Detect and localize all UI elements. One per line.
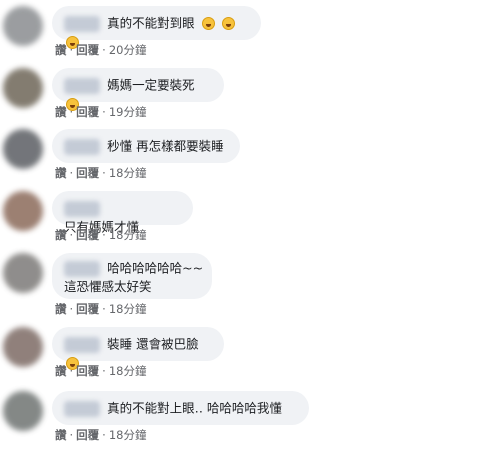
commenter-name[interactable] [64, 336, 100, 353]
comment-item: 裝睡 還會被巴臉 讚 · 回覆 · 18分鐘 [0, 327, 490, 389]
commenter-name[interactable] [64, 260, 100, 277]
comment-actions: 讚 · 回覆 · 19分鐘 [55, 105, 147, 119]
timestamp[interactable]: 18分鐘 [109, 228, 147, 242]
comment-actions: 讚 · 回覆 · 20分鐘 [55, 43, 147, 57]
avatar[interactable] [3, 391, 43, 431]
comment-text-line2: 這恐懼感太好笑 [64, 279, 152, 294]
commenter-name[interactable] [64, 400, 100, 417]
like-button[interactable]: 讚 [55, 364, 67, 378]
reply-button[interactable]: 回覆 [76, 228, 99, 242]
comment-actions: 讚 · 回覆 · 18分鐘 [55, 302, 147, 316]
reply-button[interactable]: 回覆 [76, 105, 99, 119]
comment-actions: 讚 · 回覆 · 18分鐘 [55, 364, 147, 378]
comment-text: 裝睡 還會被巴臉 [107, 336, 199, 352]
timestamp[interactable]: 18分鐘 [109, 166, 147, 180]
avatar[interactable] [3, 6, 43, 46]
comment-actions: 讚 · 回覆 · 18分鐘 [55, 428, 147, 442]
commenter-name[interactable] [64, 15, 100, 32]
comment-item: 哈哈哈哈哈哈~~ 這恐懼感太好笑 讚 · 回覆 · 18分鐘 [0, 253, 490, 325]
reply-button[interactable]: 回覆 [76, 43, 99, 57]
timestamp[interactable]: 18分鐘 [109, 428, 147, 442]
comment-item: 媽媽一定要裝死 讚 · 回覆 · 19分鐘 [0, 68, 490, 130]
commenter-name[interactable] [64, 200, 100, 217]
like-button[interactable]: 讚 [55, 228, 67, 242]
comment-bubble: 裝睡 還會被巴臉 [52, 327, 224, 370]
avatar[interactable] [3, 327, 43, 367]
comment-bubble: 媽媽一定要裝死 [52, 68, 224, 111]
comment-actions: 讚 · 回覆 · 18分鐘 [55, 228, 147, 242]
comment-text: 媽媽一定要裝死 [107, 77, 195, 93]
comment-bubble: 哈哈哈哈哈哈~~ 這恐懼感太好笑 [52, 253, 212, 299]
rofl-emoji-icon [221, 17, 235, 30]
avatar[interactable] [3, 129, 43, 169]
like-button[interactable]: 讚 [55, 105, 67, 119]
comment-bubble: 真的不能對到眼 [52, 6, 261, 49]
reply-button[interactable]: 回覆 [76, 166, 99, 180]
comment-bubble: 只有媽媽才懂 [52, 191, 193, 235]
comment-text: 真的不能對到眼 [107, 15, 195, 31]
like-button[interactable]: 讚 [55, 166, 67, 180]
reply-button[interactable]: 回覆 [76, 302, 99, 316]
like-button[interactable]: 讚 [55, 43, 67, 57]
commenter-name[interactable] [64, 138, 100, 155]
timestamp[interactable]: 18分鐘 [109, 364, 147, 378]
comment-text: 哈哈哈哈哈哈~~ [107, 260, 204, 276]
timestamp[interactable]: 19分鐘 [109, 105, 147, 119]
timestamp[interactable]: 20分鐘 [109, 43, 147, 57]
avatar[interactable] [3, 68, 43, 108]
reply-button[interactable]: 回覆 [76, 364, 99, 378]
like-button[interactable]: 讚 [55, 302, 67, 316]
comment-bubble: 真的不能對上眼‥ 哈哈哈哈我懂 [52, 391, 309, 425]
comment-item: 真的不能對上眼‥ 哈哈哈哈我懂 讚 · 回覆 · 18分鐘 [0, 391, 490, 453]
timestamp[interactable]: 18分鐘 [109, 302, 147, 316]
comment-item: 真的不能對到眼 讚 · 回覆 · 20分鐘 [0, 6, 490, 68]
comment-actions: 讚 · 回覆 · 18分鐘 [55, 166, 147, 180]
rofl-emoji-icon [201, 17, 215, 30]
avatar[interactable] [3, 253, 43, 293]
commenter-name[interactable] [64, 77, 100, 94]
comment-bubble: 秒懂 再怎樣都要裝睡 [52, 129, 240, 163]
avatar[interactable] [3, 191, 43, 231]
comment-item: 秒懂 再怎樣都要裝睡 讚 · 回覆 · 18分鐘 [0, 129, 490, 191]
comment-text: 真的不能對上眼‥ 哈哈哈哈我懂 [107, 400, 282, 416]
comment-text: 秒懂 再怎樣都要裝睡 [107, 138, 224, 154]
like-button[interactable]: 讚 [55, 428, 67, 442]
comment-item: 只有媽媽才懂 讚 · 回覆 · 18分鐘 [0, 191, 490, 253]
reply-button[interactable]: 回覆 [76, 428, 99, 442]
